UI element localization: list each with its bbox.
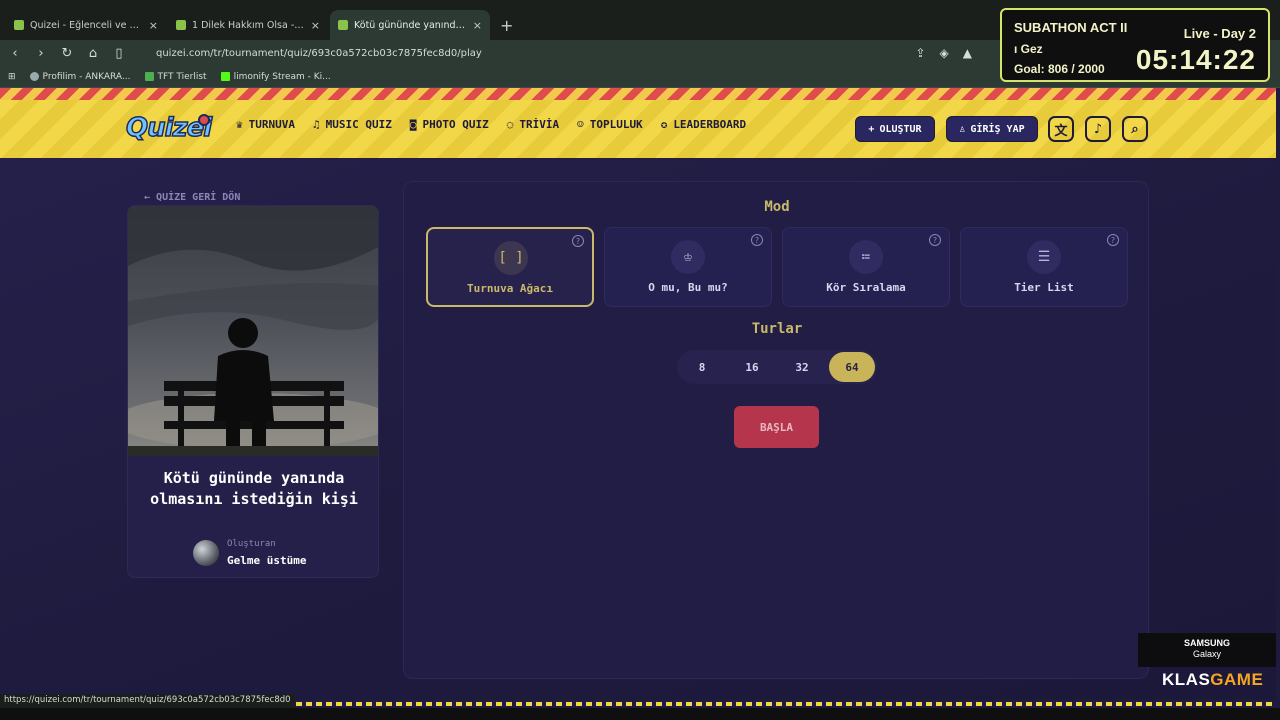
user-icon: ♙ <box>959 123 966 135</box>
avatar[interactable] <box>193 540 219 566</box>
arrow-left-icon: ← <box>144 192 157 203</box>
overlay-title: SUBATHON ACT II <box>1014 20 1128 35</box>
trophy-icon: ♛ <box>236 118 243 131</box>
plus-icon: + <box>868 123 875 135</box>
mode-label: Kör Sıralama <box>826 281 906 294</box>
creator-name[interactable]: Gelme üstüme <box>227 554 306 567</box>
users-icon: ☺ <box>577 118 584 131</box>
stream-overlay: SUBATHON ACT II Live - Day 2 ı Gez Goal:… <box>1000 8 1270 82</box>
bell-icon[interactable]: ♪ <box>1085 116 1111 142</box>
browser-tab[interactable]: 1 Dilek Hakkım Olsa - Tier List, Kör S..… <box>168 10 328 40</box>
samsung-sponsor-logo: SAMSUNG Galaxy <box>1138 633 1276 667</box>
help-icon[interactable]: ? <box>929 234 941 246</box>
bookmark-item[interactable]: limonify Stream - Ki... <box>220 72 331 82</box>
browser-tab-active[interactable]: Kötü gününde yanında olmasını... × <box>330 10 490 40</box>
url-field[interactable]: quizei.com/tr/tournament/quiz/693c0a572c… <box>156 48 482 59</box>
round-option[interactable]: 32 <box>779 352 825 382</box>
overlay-goal: Goal: 806 / 2000 <box>1014 62 1105 76</box>
close-icon[interactable]: × <box>149 19 158 32</box>
nav-item-turnuva[interactable]: ♛ TURNUVA <box>236 118 295 131</box>
klasgame-logo: KLASGAME <box>1162 670 1264 689</box>
mode-label: Tier List <box>1014 281 1074 294</box>
mode-label: Turnuva Ağacı <box>466 282 554 295</box>
forward-arrow-icon[interactable]: › <box>34 46 48 61</box>
overlay-timer: 05:14:22 <box>1135 44 1256 75</box>
bookmark-item[interactable]: TFT Tierlist <box>144 72 207 82</box>
mode-option-kor-siralama[interactable]: ? ≔ Kör Sıralama <box>782 227 950 307</box>
header-stripe <box>0 88 1276 100</box>
bookmark-icon <box>144 72 154 81</box>
bench-silhouette-image <box>128 206 378 456</box>
nav-item-trivia[interactable]: ◌ TRİVİA <box>507 118 559 131</box>
status-url: https://quizei.com/tr/tournament/quiz/69… <box>0 694 295 708</box>
new-tab-button[interactable]: + <box>492 10 521 40</box>
nav-item-photo-quiz[interactable]: ◙ PHOTO QUIZ <box>410 118 489 131</box>
camera-icon: ◙ <box>409 118 417 131</box>
help-icon[interactable]: ? <box>572 235 584 247</box>
mode-label: O mu, Bu mu? <box>648 281 728 294</box>
creator-label: Oluşturan <box>227 539 276 549</box>
crown-icon: ♔ <box>671 240 705 274</box>
close-icon[interactable]: × <box>311 19 320 32</box>
chat-question-icon: ◌ <box>506 118 514 131</box>
nav-item-leaderboard[interactable]: ✪ LEADERBOARD <box>661 118 746 131</box>
mode-title: Mod <box>764 199 790 215</box>
logo-hat-icon <box>198 114 210 126</box>
quiz-card: Kötü gününde yanında olmasını istediğin … <box>127 205 379 578</box>
round-option[interactable]: 8 <box>679 352 725 382</box>
main-nav: ♛ TURNUVA ♫ MUSIC QUIZ ◙ PHOTO QUIZ ◌ TRİVİA… <box>236 118 746 131</box>
apps-grid-icon[interactable]: ⊞ <box>8 72 16 82</box>
browser-tab[interactable]: Quizei - Eğlenceli ve etkileşimli quizle… <box>6 10 166 40</box>
tab-title: Quizei - Eğlenceli ve etkileşimli quizle… <box>30 19 143 31</box>
back-to-quiz-link[interactable]: ← QUİZE GERİ DÖN <box>144 192 240 203</box>
share-icon[interactable]: ⇪ <box>915 46 925 60</box>
bookmark-item[interactable]: Profilim - ANKARA... <box>29 72 131 82</box>
bookmark-icon <box>29 72 39 81</box>
shield-icon[interactable]: ◈ <box>940 46 949 60</box>
reload-icon[interactable]: ↻ <box>60 46 74 61</box>
mode-option-o-mu-bu-mu[interactable]: ? ♔ O mu, Bu mu? <box>604 227 772 307</box>
quiz-cover-image <box>128 206 378 456</box>
home-icon[interactable]: ⌂ <box>86 46 100 61</box>
bottom-stripe <box>246 702 1276 706</box>
login-button[interactable]: ♙ GİRİŞ YAP <box>946 116 1038 142</box>
tier-list-icon: ☰ <box>1027 240 1061 274</box>
overlay-live-day: Live - Day 2 <box>1183 26 1256 41</box>
list-ordered-icon: ≔ <box>849 240 883 274</box>
round-option-selected[interactable]: 64 <box>829 352 875 382</box>
quizei-favicon-icon <box>14 20 24 30</box>
bracket-icon: [ ] <box>494 241 528 275</box>
help-icon[interactable]: ? <box>1107 234 1119 246</box>
mode-option-turnuva-agaci[interactable]: ? [ ] Turnuva Ağacı <box>426 227 594 307</box>
create-button[interactable]: + OLUŞTUR <box>855 116 935 142</box>
bottom-bar <box>0 708 1280 720</box>
warning-icon[interactable]: ▲ <box>963 46 972 60</box>
nav-item-music-quiz[interactable]: ♫ MUSIC QUIZ <box>313 118 392 131</box>
round-option[interactable]: 16 <box>729 352 775 382</box>
mode-option-tier-list[interactable]: ? ☰ Tier List <box>960 227 1128 307</box>
bookmark-icon <box>220 72 230 81</box>
tab-title: 1 Dilek Hakkım Olsa - Tier List, Kör S..… <box>192 19 305 31</box>
quizei-favicon-icon <box>338 20 348 30</box>
quiz-title: Kötü gününde yanında olmasını istediğin … <box>150 469 358 508</box>
close-icon[interactable]: × <box>473 19 482 32</box>
tab-title: Kötü gününde yanında olmasını... <box>354 19 467 31</box>
search-icon[interactable]: ⌕ <box>1122 116 1148 142</box>
sidebar-icon[interactable]: ▯ <box>112 46 126 61</box>
rounds-selector: 8 16 32 64 <box>677 350 877 384</box>
nav-item-topluluk[interactable]: ☺ TOPLULUK <box>577 118 643 131</box>
translate-icon[interactable]: 文 <box>1048 116 1074 142</box>
start-button[interactable]: BAŞLA <box>734 406 819 448</box>
quizei-favicon-icon <box>176 20 186 30</box>
back-arrow-icon[interactable]: ‹ <box>8 46 22 61</box>
music-icon: ♫ <box>312 118 320 131</box>
medal-icon: ✪ <box>660 118 668 131</box>
overlay-subtitle: ı Gez <box>1014 42 1043 56</box>
help-icon[interactable]: ? <box>751 234 763 246</box>
play-settings-panel: Mod ? [ ] Turnuva Ağacı ? ♔ O mu, Bu mu?… <box>403 181 1149 679</box>
rounds-title: Turlar <box>751 321 803 337</box>
